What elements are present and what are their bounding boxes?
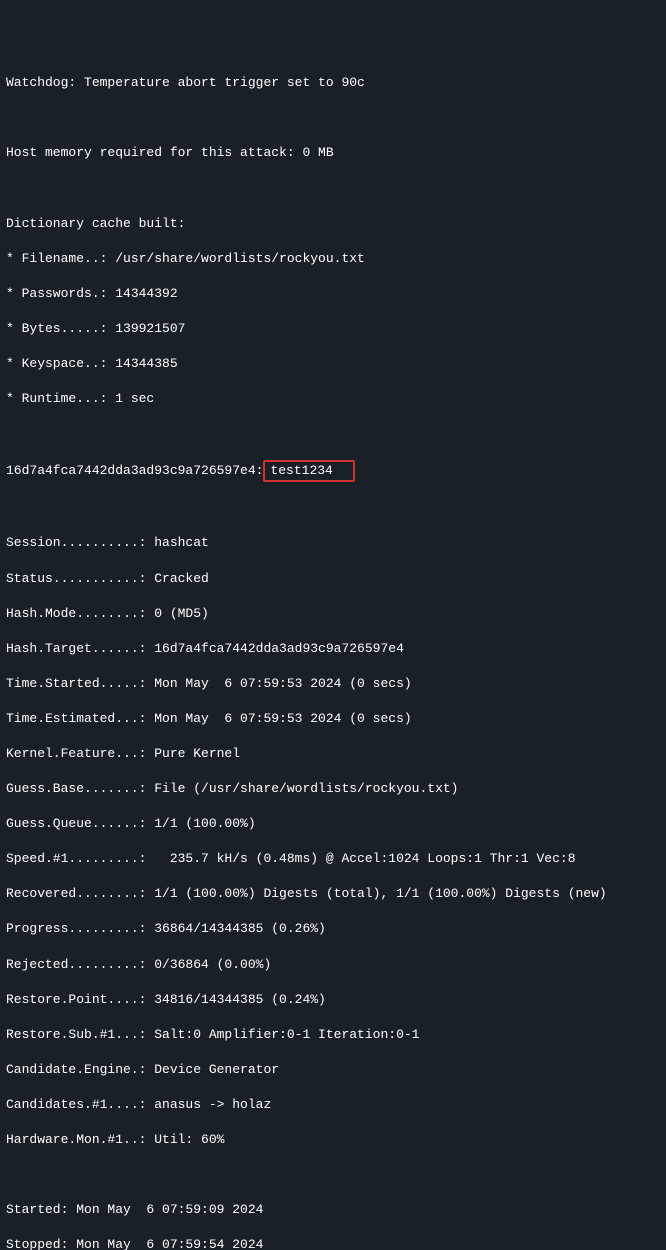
hashmode-line: Hash.Mode........: 0 (MD5)	[6, 605, 660, 623]
progress-line: Progress.........: 36864/14344385 (0.26%…	[6, 920, 660, 938]
hashtarget-line: Hash.Target......: 16d7a4fca7442dda3ad93…	[6, 640, 660, 658]
guessqueue-line: Guess.Queue......: 1/1 (100.00%)	[6, 815, 660, 833]
dict-passwords-line: * Passwords.: 14344392	[6, 285, 660, 303]
cracked-password-highlight: test1234	[263, 460, 355, 482]
cracked-line: 16d7a4fca7442dda3ad93c9a726597e4:test123…	[6, 460, 660, 482]
stopped-line: Stopped: Mon May 6 07:59:54 2024	[6, 1236, 660, 1250]
timeestimated-line: Time.Estimated...: Mon May 6 07:59:53 20…	[6, 710, 660, 728]
status-line: Status...........: Cracked	[6, 570, 660, 588]
dict-bytes-line: * Bytes.....: 139921507	[6, 320, 660, 338]
blank-line	[6, 1166, 660, 1184]
dict-runtime-line: * Runtime...: 1 sec	[6, 390, 660, 408]
restorepoint-line: Restore.Point....: 34816/14344385 (0.24%…	[6, 991, 660, 1009]
dict-header-line: Dictionary cache built:	[6, 215, 660, 233]
speed-line: Speed.#1.........: 235.7 kH/s (0.48ms) @…	[6, 850, 660, 868]
blank-line	[6, 179, 660, 197]
restoresub-line: Restore.Sub.#1...: Salt:0 Amplifier:0-1 …	[6, 1026, 660, 1044]
watchdog-line: Watchdog: Temperature abort trigger set …	[6, 74, 660, 92]
dict-keyspace-line: * Keyspace..: 14344385	[6, 355, 660, 373]
hostmem-line: Host memory required for this attack: 0 …	[6, 144, 660, 162]
dict-filename-line: * Filename..: /usr/share/wordlists/rocky…	[6, 250, 660, 268]
kernelfeature-line: Kernel.Feature...: Pure Kernel	[6, 745, 660, 763]
guessbase-line: Guess.Base.......: File (/usr/share/word…	[6, 780, 660, 798]
blank-line	[6, 425, 660, 443]
blank-line	[6, 109, 660, 127]
started-line: Started: Mon May 6 07:59:09 2024	[6, 1201, 660, 1219]
blank-line	[6, 499, 660, 517]
recovered-line: Recovered........: 1/1 (100.00%) Digests…	[6, 885, 660, 903]
hardwaremon-line: Hardware.Mon.#1..: Util: 60%	[6, 1131, 660, 1149]
timestarted-line: Time.Started.....: Mon May 6 07:59:53 20…	[6, 675, 660, 693]
cracked-hash: 16d7a4fca7442dda3ad93c9a726597e4:	[6, 463, 263, 478]
candidates-line: Candidates.#1....: anasus -> holaz	[6, 1096, 660, 1114]
session-line: Session..........: hashcat	[6, 534, 660, 552]
rejected-line: Rejected.........: 0/36864 (0.00%)	[6, 956, 660, 974]
candengine-line: Candidate.Engine.: Device Generator	[6, 1061, 660, 1079]
